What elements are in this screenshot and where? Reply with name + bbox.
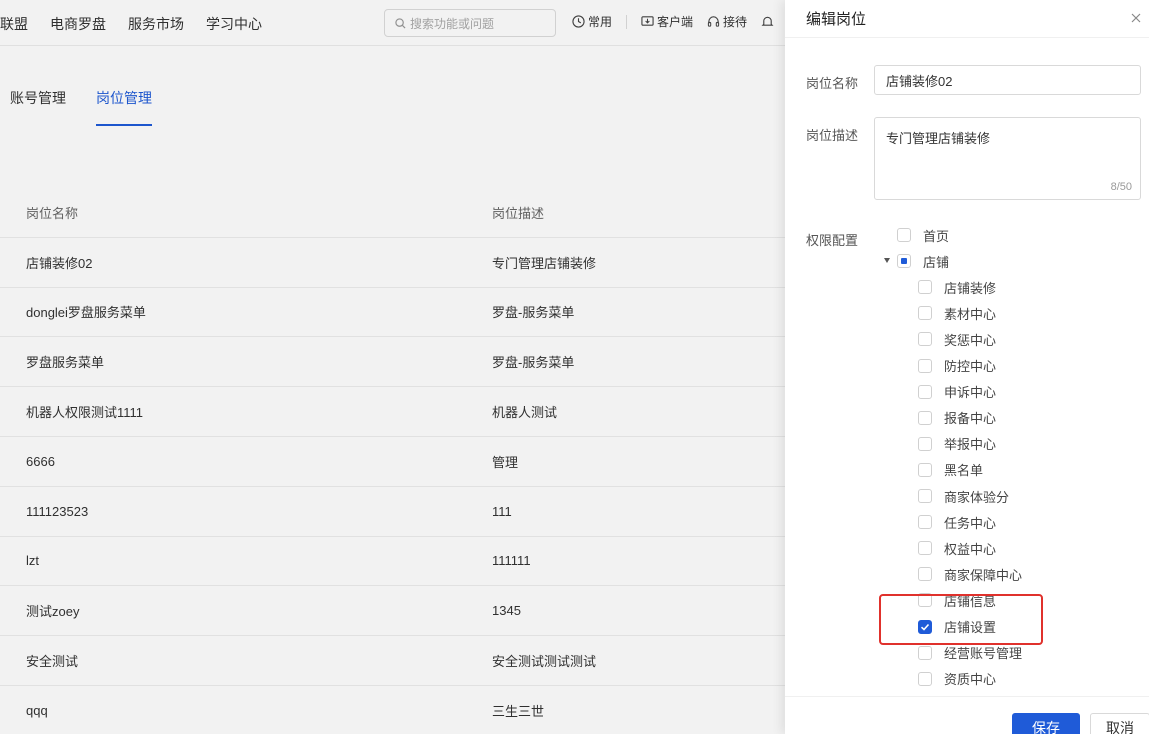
tree-checkbox[interactable] bbox=[897, 228, 911, 242]
tree-node-label: 资质中心 bbox=[944, 672, 997, 688]
tree-node-label: 报备中心 bbox=[944, 411, 997, 427]
close-icon[interactable] bbox=[1129, 11, 1143, 25]
tree-checkbox[interactable] bbox=[918, 410, 932, 425]
tree-node[interactable]: 申诉中心 bbox=[918, 383, 996, 401]
tree-node[interactable]: 店铺装修 bbox=[918, 278, 996, 296]
tree-checkbox[interactable] bbox=[918, 306, 932, 321]
tree-node[interactable]: 素材中心 bbox=[918, 304, 996, 322]
tree-node-label: 经营账号管理 bbox=[944, 646, 1023, 662]
tree-node-label: 商家体验分 bbox=[944, 489, 1010, 505]
desc-label: 岗位描述 bbox=[806, 128, 859, 143]
name-label: 岗位名称 bbox=[806, 76, 859, 91]
tree-node[interactable]: 首页 bbox=[897, 226, 949, 244]
tree-node[interactable]: 报备中心 bbox=[918, 409, 996, 427]
tree-checkbox[interactable] bbox=[918, 358, 932, 373]
tree-node[interactable]: 商家体验分 bbox=[918, 487, 1009, 505]
drawer-footer: 保存 取消 bbox=[785, 696, 1149, 734]
tree-checkbox[interactable] bbox=[918, 332, 932, 347]
desc-row: 岗位描述 bbox=[806, 125, 873, 144]
tree-checkbox[interactable] bbox=[918, 280, 932, 295]
perm-label: 权限配置 bbox=[806, 233, 859, 248]
highlight-box bbox=[879, 594, 1043, 645]
drawer-header: 编辑岗位 bbox=[785, 0, 1149, 38]
drawer-mask[interactable] bbox=[0, 0, 785, 734]
position-desc-textarea[interactable]: 专门管理店铺装修 8/50 bbox=[874, 117, 1141, 200]
tree-checkbox[interactable] bbox=[918, 671, 932, 686]
tree-node-label: 黑名单 bbox=[944, 463, 984, 479]
tree-checkbox[interactable] bbox=[918, 515, 932, 530]
caret-down-icon[interactable] bbox=[884, 258, 890, 264]
tree-checkbox[interactable] bbox=[918, 384, 932, 399]
tree-node-label: 首页 bbox=[923, 228, 950, 244]
tree-checkbox[interactable] bbox=[918, 541, 932, 556]
tree-node-label: 防控中心 bbox=[944, 359, 997, 374]
tree-node-label: 申诉中心 bbox=[944, 385, 997, 401]
tree-node[interactable]: 黑名单 bbox=[918, 461, 983, 479]
drawer-title: 编辑岗位 bbox=[806, 11, 867, 28]
tree-checkbox[interactable] bbox=[918, 567, 932, 582]
tree-node-label: 店铺装修 bbox=[944, 280, 997, 296]
tree-node[interactable]: 举报中心 bbox=[918, 435, 996, 453]
tree-node[interactable]: 任务中心 bbox=[918, 513, 996, 531]
tree-node[interactable]: 防控中心 bbox=[918, 357, 996, 375]
save-button[interactable]: 保存 bbox=[1012, 713, 1080, 734]
tree-node-label: 商家保障中心 bbox=[944, 567, 1023, 583]
tree-checkbox[interactable] bbox=[918, 462, 932, 477]
position-name-input[interactable]: 店铺装修02 bbox=[874, 65, 1141, 95]
tree-node[interactable]: 权益中心 bbox=[918, 539, 996, 557]
tree-checkbox[interactable] bbox=[918, 489, 932, 503]
tree-node-label: 任务中心 bbox=[944, 515, 997, 531]
tree-node[interactable]: 奖惩中心 bbox=[918, 330, 996, 348]
tree-node[interactable]: 商家保障中心 bbox=[918, 565, 1022, 583]
position-name-value: 店铺装修02 bbox=[886, 73, 953, 89]
tree-node[interactable]: 资质中心 bbox=[918, 670, 996, 688]
name-row: 岗位名称 bbox=[806, 73, 873, 92]
desc-char-counter: 8/50 bbox=[1110, 181, 1132, 193]
tree-node-label: 店铺 bbox=[923, 254, 950, 270]
tree-node[interactable]: 经营账号管理 bbox=[918, 644, 1022, 662]
perm-row: 权限配置 bbox=[806, 230, 873, 249]
cancel-button[interactable]: 取消 bbox=[1090, 713, 1149, 734]
tree-node-label: 权益中心 bbox=[944, 541, 997, 557]
tree-checkbox[interactable] bbox=[918, 645, 932, 660]
tree-node-label: 举报中心 bbox=[944, 437, 997, 453]
tree-checkbox[interactable] bbox=[918, 436, 932, 451]
tree-node[interactable]: 店铺 bbox=[884, 252, 950, 270]
tree-node-label: 奖惩中心 bbox=[944, 332, 997, 348]
tree-node-label: 素材中心 bbox=[944, 306, 997, 322]
tree-checkbox[interactable] bbox=[897, 254, 911, 269]
position-desc-value: 专门管理店铺装修 bbox=[886, 131, 991, 146]
